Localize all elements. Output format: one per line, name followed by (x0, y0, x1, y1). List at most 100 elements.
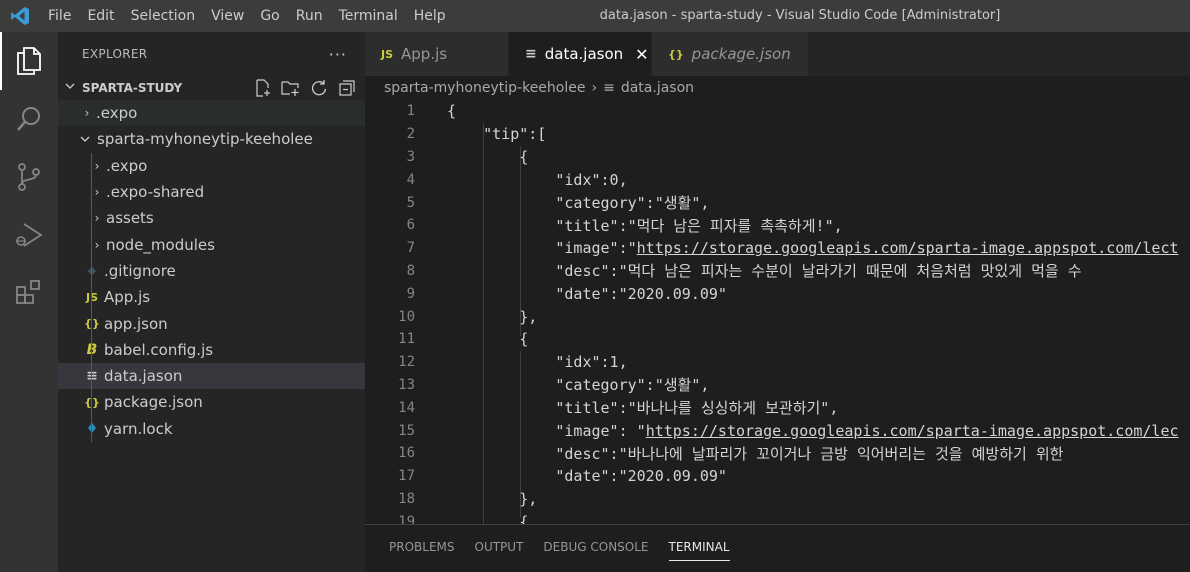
collapse-all-icon[interactable] (337, 78, 357, 98)
code-text: { (447, 147, 529, 166)
line-number: 18 (398, 490, 415, 507)
extensions-icon[interactable] (0, 264, 58, 322)
code-text: "date":"2020.09.09" (447, 467, 727, 486)
chevron-down-icon (78, 133, 92, 145)
tree-item-label: .expo-shared (106, 183, 205, 202)
menu-terminal[interactable]: Terminal (331, 0, 406, 32)
tree-item-babel-config[interactable]: B babel.config.js (58, 336, 365, 363)
refresh-icon[interactable] (309, 78, 329, 98)
menu-go[interactable]: Go (252, 0, 287, 32)
breadcrumb: sparta-myhoneytip-keeholee › ≡ data.jaso… (365, 76, 1190, 100)
tree-item-label: sparta-myhoneytip-keeholee (97, 130, 313, 149)
code-line: 3 { (365, 146, 1190, 169)
json-file-icon: {} (82, 317, 102, 330)
tab-data-jason[interactable]: ≡ data.jason ✕ (509, 32, 652, 76)
code-line: 13 "category":"생활", (365, 374, 1190, 397)
code-line: 1{ (365, 100, 1190, 123)
close-icon[interactable]: ✕ (635, 45, 648, 64)
search-icon[interactable] (0, 90, 58, 148)
js-file-icon: JS (82, 291, 102, 304)
line-number: 17 (398, 468, 415, 485)
tree-item-expo[interactable]: › .expo (58, 100, 365, 127)
line-number: 15 (398, 422, 415, 439)
menu-view[interactable]: View (203, 0, 252, 32)
menu-selection[interactable]: Selection (123, 0, 204, 32)
url-link[interactable]: https://storage.googleapis.com/sparta-im… (637, 239, 1179, 257)
chevron-right-icon: › (94, 211, 100, 226)
chevron-right-icon: › (94, 185, 100, 200)
tree-item-label: yarn.lock (104, 419, 173, 438)
panel-tab-debug-console[interactable]: DEBUG CONSOLE (533, 525, 658, 569)
breadcrumb-folder[interactable]: sparta-myhoneytip-keeholee (384, 80, 585, 96)
line-number: 14 (398, 399, 415, 416)
code-line: 4 "idx":0, (365, 168, 1190, 191)
code-text: "desc":"먹다 남은 피자는 수분이 날라가기 때문에 처음처럼 맛있게 … (447, 262, 1082, 281)
tree-item-assets[interactable]: › assets (58, 205, 365, 232)
explorer-sidebar: EXPLORER ··· SPARTA-STUDY › .expo sparta… (58, 32, 365, 572)
panel-tab-problems[interactable]: PROBLEMS (379, 525, 465, 569)
tab-label: data.jason (544, 45, 624, 63)
code-line: 19 { (365, 510, 1190, 524)
tree-item-project-folder[interactable]: sparta-myhoneytip-keeholee (58, 126, 365, 152)
code-editor[interactable]: 1{2 "tip":[3 {4 "idx":0, 5 "category":"생활… (365, 100, 1190, 524)
panel-tab-output[interactable]: OUTPUT (465, 525, 534, 569)
editor-tabs: JS App.js ≡ data.jason ✕ {} package.json (365, 32, 1190, 76)
tree-item-label: data.jason (104, 367, 183, 386)
json-file-icon: {} (82, 396, 102, 409)
new-folder-icon[interactable] (281, 78, 301, 98)
tab-appjs[interactable]: JS App.js (365, 32, 509, 76)
tree-item-node-modules[interactable]: › node_modules (58, 231, 365, 258)
url-link[interactable]: https://storage.googleapis.com/sparta-im… (646, 422, 1179, 440)
code-line: 6 "title":"먹다 남은 피자를 촉촉하게!", (365, 214, 1190, 237)
tab-package-json[interactable]: {} package.json (652, 32, 809, 76)
code-text: "idx":0, (447, 170, 628, 189)
tab-label: App.js (401, 45, 448, 63)
code-text: "tip":[ (447, 125, 547, 144)
code-text: { (447, 330, 529, 349)
workspace-section-header[interactable]: SPARTA-STUDY (58, 76, 365, 100)
code-text: "image": "https://storage.googleapis.com… (447, 421, 1179, 440)
files-icon[interactable] (0, 32, 58, 90)
line-number: 5 (406, 194, 415, 211)
code-line: 10 }, (365, 305, 1190, 328)
file-tree: › .expo sparta-myhoneytip-keeholee › .ex… (58, 100, 365, 442)
code-line: 9 "date":"2020.09.09" (365, 282, 1190, 305)
tree-item-appjson[interactable]: {} app.json (58, 310, 365, 337)
source-control-icon[interactable] (0, 148, 58, 206)
new-file-icon[interactable] (253, 78, 273, 98)
line-number: 13 (398, 376, 415, 393)
code-line: 14 "title":"바나나를 싱싱하게 보관하기", (365, 396, 1190, 419)
tree-item-gitignore[interactable]: ◆ .gitignore (58, 257, 365, 285)
code-text: "image":"https://storage.googleapis.com/… (447, 239, 1179, 258)
explorer-title: EXPLORER (82, 47, 148, 61)
run-debug-icon[interactable] (0, 206, 58, 264)
menu-run[interactable]: Run (288, 0, 331, 32)
panel-tab-terminal[interactable]: TERMINAL (659, 525, 740, 569)
menu-help[interactable]: Help (406, 0, 454, 32)
tree-item-expo-shared[interactable]: › .expo-shared (58, 178, 365, 206)
tree-item-data-jason[interactable]: ≡ data.jason (58, 362, 365, 390)
tree-item-yarn-lock[interactable]: ♦ yarn.lock (58, 415, 365, 442)
title-bar: File Edit Selection View Go Run Terminal… (0, 0, 1190, 32)
line-number: 3 (406, 148, 415, 165)
line-number: 16 (398, 445, 415, 462)
line-number: 11 (398, 331, 415, 348)
tree-item-appjs[interactable]: JS App.js (58, 284, 365, 311)
line-number: 6 (406, 217, 415, 234)
menu-file[interactable]: File (40, 0, 79, 32)
code-line: 18 }, (365, 488, 1190, 511)
tree-item-package-json[interactable]: {} package.json (58, 389, 365, 416)
breadcrumb-file[interactable]: data.jason (621, 80, 694, 96)
more-actions-icon[interactable]: ··· (329, 45, 347, 64)
explorer-header: EXPLORER ··· (58, 32, 365, 76)
line-number: 12 (398, 354, 415, 371)
code-text: "desc":"바나나에 날파리가 꼬이거나 금방 익어버리는 것을 예방하기 … (447, 444, 1064, 463)
menu-edit[interactable]: Edit (79, 0, 122, 32)
code-line: 5 "category":"생활", (365, 191, 1190, 214)
chevron-right-icon: › (84, 106, 90, 121)
tree-item-expo-inner[interactable]: › .expo (58, 152, 365, 179)
line-number: 7 (406, 240, 415, 257)
yarn-file-icon: ♦ (85, 420, 99, 437)
code-text: "category":"생활", (447, 376, 710, 395)
chevron-right-icon: › (94, 237, 100, 252)
